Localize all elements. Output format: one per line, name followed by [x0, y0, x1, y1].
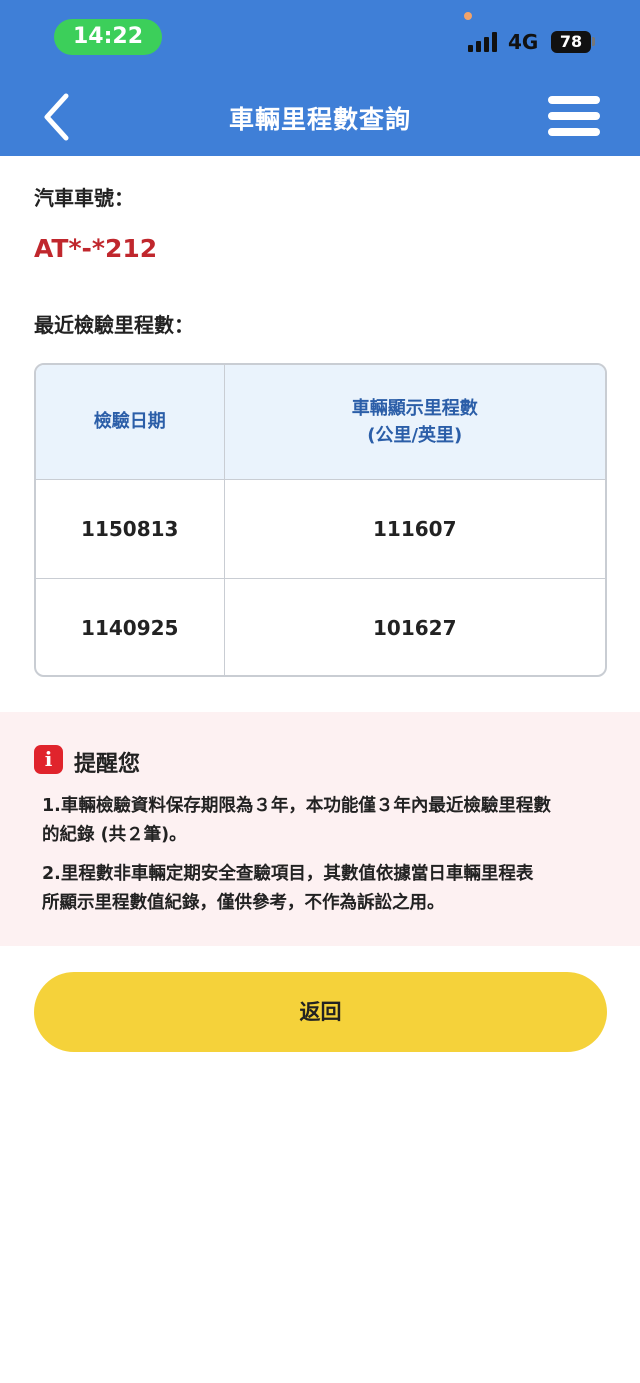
- table-row: 1140925 101627: [36, 577, 605, 675]
- notice-item-1: 1.車輛檢驗資料保存期限為３年，本功能僅３年內最近檢驗里程數 的紀錄 (共２筆)…: [42, 792, 612, 850]
- row-date: 1150813: [36, 478, 225, 579]
- table-header-row: 檢驗日期 車輛顯示里程數 (公里/英里): [36, 365, 605, 480]
- status-bar: 14:22 4G 78: [0, 0, 640, 74]
- table-row: 1150813 111607: [36, 478, 605, 579]
- column-header-mileage-title: 車輛顯示里程數: [351, 397, 478, 419]
- status-time: 14:22: [54, 19, 162, 55]
- battery-tip: [592, 37, 595, 46]
- column-header-mileage-unit: (公里/英里): [367, 424, 463, 446]
- menu-button[interactable]: [548, 94, 602, 138]
- signal-bars-icon: [468, 32, 498, 52]
- hamburger-menu-icon: [548, 96, 600, 104]
- battery-icon: 78: [551, 31, 591, 53]
- row-mileage: 111607: [223, 478, 605, 579]
- mileage-table: 檢驗日期 車輛顯示里程數 (公里/英里) 1150813 111607 1140…: [34, 363, 607, 677]
- column-header-date: 檢驗日期: [36, 365, 225, 480]
- plate-label: 汽車車號：: [34, 186, 134, 210]
- page-title: 車輛里程數查詢: [228, 105, 411, 134]
- notice-item-2-line-1: 2.里程數非車輛定期安全查驗項目，其數值依據當日車輛里程表: [42, 864, 534, 884]
- notice-item-1-line-2: 的紀錄 (共２筆)。: [42, 825, 187, 845]
- notice-item-1-line-1: 1.車輛檢驗資料保存期限為３年，本功能僅３年內最近檢驗里程數: [42, 796, 551, 816]
- camera-indicator-icon: [464, 12, 472, 20]
- row-mileage: 101627: [223, 577, 605, 675]
- reminder-notice: i 提醒您 1.車輛檢驗資料保存期限為３年，本功能僅３年內最近檢驗里程數 的紀錄…: [0, 712, 640, 946]
- nav-bar: 車輛里程數查詢: [0, 78, 640, 156]
- notice-title: 提醒您: [74, 752, 141, 777]
- mileage-query-screen: 14:22 4G 78 車輛里程數查詢 汽車車號： AT*-*212 最近檢驗里…: [0, 0, 640, 1383]
- network-type: 4G: [508, 30, 539, 54]
- plate-number: AT*-*212: [34, 234, 158, 263]
- app-header: 14:22 4G 78 車輛里程數查詢: [0, 0, 640, 156]
- column-header-mileage: 車輛顯示里程數 (公里/英里): [223, 365, 605, 480]
- info-icon: i: [34, 745, 63, 774]
- notice-item-2: 2.里程數非車輛定期安全查驗項目，其數值依據當日車輛里程表 所顯示里程數值紀錄，…: [42, 860, 612, 918]
- row-date: 1140925: [36, 577, 225, 675]
- return-button[interactable]: 返回: [34, 972, 607, 1052]
- notice-item-2-line-2: 所顯示里程數值紀錄，僅供參考，不作為訴訟之用。: [42, 893, 445, 913]
- mileage-section-label: 最近檢驗里程數：: [34, 313, 194, 337]
